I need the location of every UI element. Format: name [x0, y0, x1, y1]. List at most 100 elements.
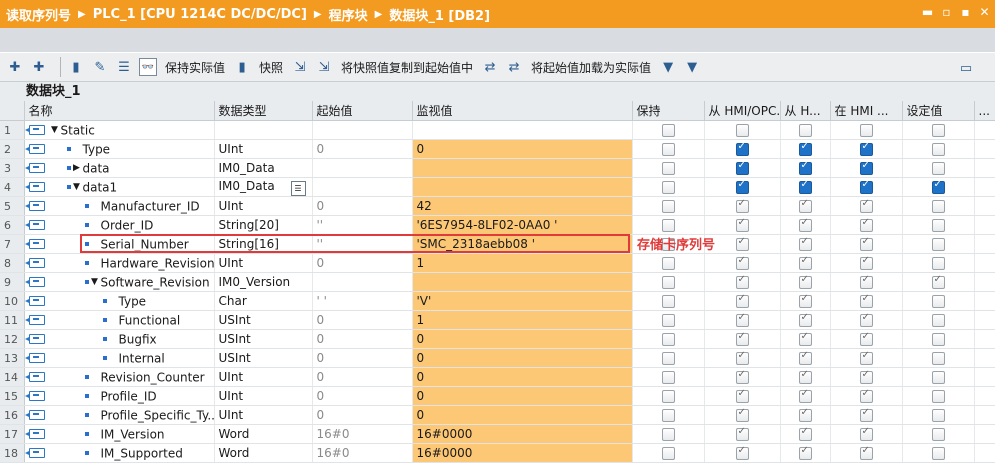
monitor-value-cell[interactable]: 0 [412, 367, 633, 387]
setpoint-checkbox[interactable] [931, 238, 945, 251]
monitor-value-cell[interactable]: 16#0000 [412, 443, 633, 463]
hmi-writable-checkbox[interactable] [798, 236, 812, 251]
col-header-hmi-3[interactable]: 在 HMI ... [830, 101, 903, 121]
restore-icon[interactable]: ▫ [940, 5, 953, 19]
data-type-cell[interactable]: IM0_Version [214, 272, 313, 292]
data-type-cell[interactable]: String[20] [214, 215, 313, 235]
download-icon[interactable]: ▼ [659, 58, 677, 76]
maximize-icon[interactable]: ▪ [959, 5, 972, 19]
hmi-writable-checkbox[interactable] [798, 198, 812, 213]
setpoint-checkbox[interactable] [931, 124, 945, 137]
table-row[interactable]: 17 IM_Version Word 16#0 16#0000 [0, 424, 995, 444]
hmi-opc-accessible-checkbox[interactable] [735, 350, 749, 365]
table-row[interactable]: 8 Hardware_Revision UInt 0 1 [0, 253, 995, 273]
data-type-cell[interactable]: String[16] [214, 234, 313, 254]
col-header-retain[interactable]: 保持 [632, 101, 705, 121]
keep-actual-values-button[interactable]: 保持实际值 [165, 59, 225, 76]
setpoint-checkbox[interactable] [931, 295, 945, 308]
monitor-value-cell[interactable]: 0 [412, 386, 633, 406]
setpoint-checkbox[interactable] [931, 179, 945, 194]
retain-checkbox[interactable] [661, 276, 675, 289]
monitor-value-cell[interactable]: 1 [412, 253, 633, 273]
setpoint-checkbox[interactable] [931, 143, 945, 156]
panel-toggle-icon[interactable]: ▭ [957, 59, 975, 77]
start-value-cell[interactable]: ' ' [312, 291, 413, 311]
setpoint-checkbox[interactable] [931, 274, 945, 289]
hmi-visible-checkbox[interactable] [859, 369, 873, 384]
col-header-monitor[interactable]: 监视值 [412, 101, 633, 121]
table-row[interactable]: 9 ▼ Software_Revision IM0_Version [0, 272, 995, 292]
hmi-visible-checkbox[interactable] [859, 445, 873, 460]
hmi-visible-checkbox[interactable] [859, 141, 873, 156]
hmi-visible-checkbox[interactable] [859, 179, 873, 194]
hmi-visible-checkbox[interactable] [859, 350, 873, 365]
start-value-cell[interactable] [312, 177, 413, 197]
start-value-cell[interactable]: 0 [312, 139, 413, 159]
setpoint-checkbox[interactable] [931, 409, 945, 422]
hmi-writable-checkbox[interactable] [798, 388, 812, 403]
start-value-cell[interactable]: '' [312, 234, 413, 254]
hmi-opc-accessible-checkbox[interactable] [735, 160, 749, 175]
hmi-opc-accessible-checkbox[interactable] [735, 179, 749, 194]
load-icon-2[interactable]: ⇄ [505, 58, 523, 76]
table-row[interactable]: 10 Type Char ' ' 'V' [0, 291, 995, 311]
insert-row-icon[interactable]: ✚ [6, 58, 24, 76]
retain-icon[interactable]: ▮ [67, 58, 85, 76]
snapshot-button[interactable]: 快照 [259, 59, 283, 76]
hmi-writable-checkbox[interactable] [798, 293, 812, 308]
copy-snapshot-to-start-button[interactable]: 将快照值复制到起始值中 [341, 59, 473, 76]
hmi-visible-checkbox[interactable] [859, 236, 873, 251]
monitor-value-cell[interactable]: 0 [412, 348, 633, 368]
monitor-value-cell[interactable]: 'V' [412, 291, 633, 311]
hmi-writable-checkbox[interactable] [798, 331, 812, 346]
hmi-opc-accessible-checkbox[interactable] [735, 293, 749, 308]
retain-checkbox[interactable] [661, 371, 675, 384]
retain-checkbox[interactable] [661, 181, 675, 194]
start-value-cell[interactable]: 16#0 [312, 443, 413, 463]
hmi-opc-accessible-checkbox[interactable] [735, 198, 749, 213]
retain-checkbox[interactable] [661, 162, 675, 175]
start-value-cell[interactable]: 16#0 [312, 424, 413, 444]
data-type-cell[interactable]: UInt [214, 405, 313, 425]
hmi-writable-checkbox[interactable] [798, 160, 812, 175]
load-start-as-actual-button[interactable]: 将起始值加载为实际值 [531, 59, 651, 76]
hmi-visible-checkbox[interactable] [859, 312, 873, 327]
collapse-icon[interactable]: ▼ [71, 182, 83, 192]
retain-checkbox[interactable] [661, 124, 675, 137]
hmi-visible-checkbox[interactable] [859, 124, 873, 137]
data-type-cell[interactable]: Char [214, 291, 313, 311]
table-row[interactable]: 3 ▶ data IM0_Data [0, 158, 995, 178]
table-row[interactable]: 2 Type UInt 0 0 [0, 139, 995, 159]
setpoint-checkbox[interactable] [931, 219, 945, 232]
name-cell[interactable]: Profile_Specific_Ty... [24, 405, 215, 425]
name-cell[interactable]: IM_Supported [24, 443, 215, 463]
browse-type-icon[interactable]: ☰ [290, 180, 306, 196]
data-type-cell[interactable] [214, 120, 313, 140]
hmi-opc-accessible-checkbox[interactable] [735, 236, 749, 251]
hmi-writable-checkbox[interactable] [798, 124, 812, 137]
col-header-hmi-opc[interactable]: 从 HMI/OPC... [704, 101, 781, 121]
start-value-cell[interactable] [312, 120, 413, 140]
name-cell[interactable]: Type [24, 139, 215, 159]
monitor-value-cell[interactable]: 0 [412, 405, 633, 425]
name-cell[interactable]: ▼ data1 [24, 177, 215, 197]
table-row[interactable]: 18 IM_Supported Word 16#0 16#0000 [0, 443, 995, 463]
retain-checkbox[interactable] [661, 352, 675, 365]
table-row[interactable]: 4 ▼ data1 IM0_Data ☰ [0, 177, 995, 197]
breadcrumb-item-program-blocks[interactable]: 程序块 [329, 5, 368, 24]
table-row[interactable]: 15 Profile_ID UInt 0 0 [0, 386, 995, 406]
name-cell[interactable]: ▼ Software_Revision [24, 272, 215, 292]
retain-checkbox[interactable] [661, 219, 675, 232]
table-row[interactable]: 6 Order_ID String[20] '' '6ES7954-8LF02-0AA0… [0, 215, 995, 235]
table-row[interactable]: 16 Profile_Specific_Ty... UInt 0 0 [0, 405, 995, 425]
retain-checkbox[interactable] [661, 314, 675, 327]
hmi-writable-checkbox[interactable] [798, 445, 812, 460]
close-icon[interactable]: ✕ [978, 5, 991, 19]
start-value-cell[interactable]: 0 [312, 310, 413, 330]
hmi-opc-accessible-checkbox[interactable] [735, 331, 749, 346]
start-value-cell[interactable]: 0 [312, 386, 413, 406]
monitor-value-cell[interactable] [412, 272, 633, 292]
retain-checkbox[interactable] [661, 200, 675, 213]
name-cell[interactable]: Profile_ID [24, 386, 215, 406]
hmi-writable-checkbox[interactable] [798, 369, 812, 384]
